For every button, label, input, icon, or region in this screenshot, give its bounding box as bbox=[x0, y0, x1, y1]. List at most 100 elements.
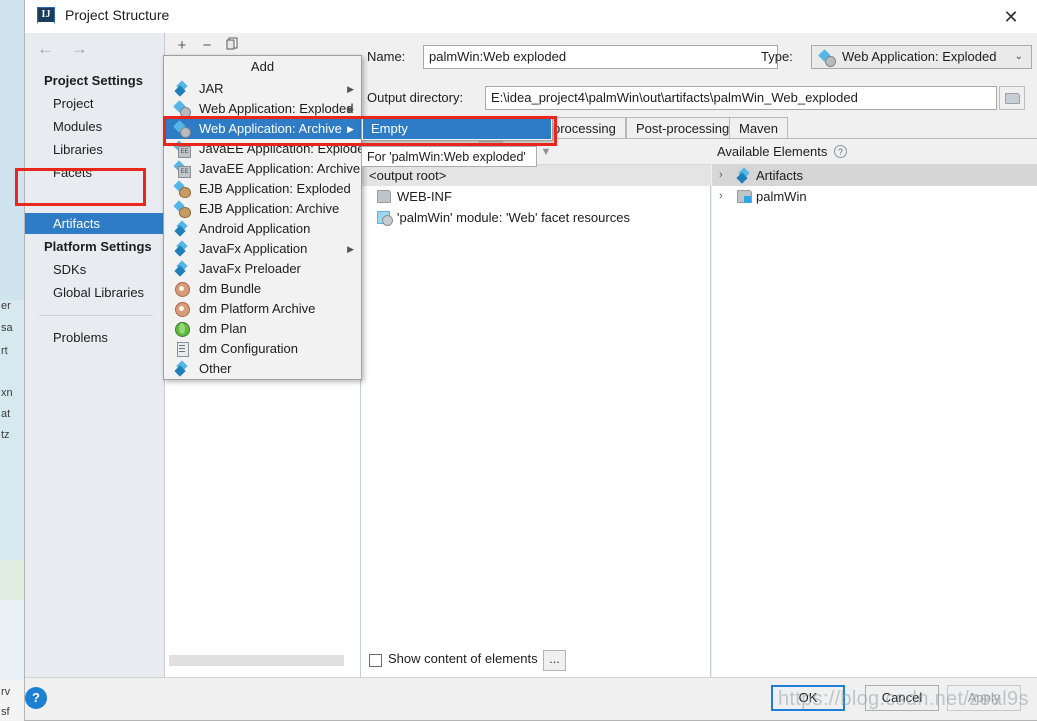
menu-item-web-application-exploded[interactable]: Web Application: Exploded ▶ bbox=[165, 99, 361, 119]
list-item[interactable]: › Artifacts bbox=[712, 165, 1037, 186]
tab-maven[interactable]: Maven bbox=[729, 117, 789, 139]
chevron-right-icon: ▶ bbox=[347, 124, 354, 134]
web-archive-submenu: Empty bbox=[361, 117, 553, 141]
folder-icon[interactable] bbox=[999, 86, 1025, 110]
background-app-strip: er sa rt xn at tz rv sf bbox=[0, 0, 24, 721]
background-text-fragment: sf bbox=[1, 706, 10, 718]
show-content-row: Show content of elements ... bbox=[361, 645, 1037, 678]
cancel-button[interactable]: Cancel bbox=[865, 685, 939, 711]
tree-node-label: WEB-INF bbox=[397, 189, 452, 204]
add-menu-title: Add bbox=[250, 59, 275, 74]
menu-item-dm-bundle[interactable]: dm Bundle bbox=[165, 279, 361, 299]
sidebar-group-platform-settings: Platform Settings bbox=[44, 239, 152, 254]
chevron-right-icon: ▶ bbox=[347, 244, 354, 254]
background-text-fragment: at bbox=[1, 408, 11, 420]
menu-item-javafx-application[interactable]: JavaFx Application ▶ bbox=[165, 239, 361, 259]
menu-item-other[interactable]: Other bbox=[165, 359, 361, 379]
forward-arrow-icon[interactable]: → bbox=[71, 39, 88, 58]
artifact-type-select[interactable]: Web Application: Exploded ⌄ bbox=[811, 45, 1032, 69]
move-down-button[interactable]: ▼ bbox=[537, 143, 555, 161]
add-artifact-menu: Add JAR ▶ Web Application: Exploded ▶ We… bbox=[163, 55, 372, 380]
artifact-name-input[interactable]: palmWin:Web exploded bbox=[423, 45, 778, 69]
menu-item-label: Web Application: Archive bbox=[199, 121, 342, 136]
menu-item-label: JavaEE Application: Archive bbox=[199, 161, 361, 176]
menu-item-label: JavaFx Preloader bbox=[199, 261, 301, 276]
menu-item-label: dm Plan bbox=[199, 321, 247, 336]
background-text-fragment: tz bbox=[1, 429, 10, 441]
chevron-right-icon[interactable]: › bbox=[719, 165, 723, 186]
dm-configuration-icon bbox=[175, 342, 189, 357]
show-content-label[interactable]: Show content of elements bbox=[388, 651, 538, 666]
tab-post-processing[interactable]: Post-processing bbox=[626, 117, 740, 139]
menu-item-ejb-application-archive[interactable]: EJB Application: Archive bbox=[165, 199, 361, 219]
artifacts-icon bbox=[737, 169, 751, 182]
menu-item-label: dm Configuration bbox=[199, 341, 298, 356]
sidebar-item-problems[interactable]: Problems bbox=[25, 327, 165, 348]
dm-plan-icon bbox=[175, 322, 190, 337]
menu-item-label: JavaFx Application bbox=[199, 241, 308, 256]
available-element-label: palmWin bbox=[756, 189, 807, 204]
ok-button[interactable]: OK bbox=[771, 685, 845, 711]
output-directory-input[interactable]: E:\idea_project4\palmWin\out\artifacts\p… bbox=[485, 86, 997, 110]
chevron-right-icon[interactable]: › bbox=[719, 186, 723, 207]
menu-item-javaee-application-exploded[interactable]: JavaEE Application: Exploded bbox=[165, 139, 372, 159]
javaee-icon bbox=[175, 142, 191, 158]
chevron-down-icon: ⌄ bbox=[1014, 51, 1023, 62]
menu-item-label: JAR bbox=[199, 81, 224, 96]
sidebar-divider bbox=[39, 315, 153, 316]
available-elements-title: Available Elements ? bbox=[712, 139, 1037, 165]
menu-item-jar[interactable]: JAR ▶ bbox=[165, 79, 361, 99]
javaee-icon bbox=[175, 162, 191, 178]
menu-item-dm-platform-archive[interactable]: dm Platform Archive bbox=[165, 299, 361, 319]
tab-pre-processing[interactable]: processing bbox=[543, 117, 626, 139]
folder-icon bbox=[377, 190, 391, 203]
menu-item-label: dm Platform Archive bbox=[199, 301, 316, 316]
artifacts-horizontal-scrollbar[interactable] bbox=[169, 655, 344, 666]
show-content-checkbox[interactable] bbox=[369, 654, 382, 667]
add-artifact-button[interactable]: + bbox=[173, 37, 191, 55]
tree-row-output-root[interactable]: <output root> bbox=[361, 165, 711, 186]
table-row[interactable]: WEB-INF bbox=[361, 186, 711, 207]
menu-item-javafx-preloader[interactable]: JavaFx Preloader bbox=[165, 259, 361, 279]
sidebar-item-facets[interactable]: Facets bbox=[25, 162, 165, 183]
background-text-fragment: xn bbox=[1, 387, 13, 399]
back-arrow-icon[interactable]: ← bbox=[37, 39, 54, 58]
dm-platform-archive-icon bbox=[175, 302, 190, 317]
menu-item-label: dm Bundle bbox=[199, 281, 262, 296]
sidebar-item-project[interactable]: Project bbox=[25, 93, 165, 114]
close-icon[interactable]: ✕ bbox=[990, 4, 1032, 30]
javafx-artifact-icon bbox=[175, 242, 189, 256]
table-row[interactable]: 'palmWin' module: 'Web' facet resources bbox=[361, 207, 711, 228]
sidebar-item-modules[interactable]: Modules bbox=[25, 116, 165, 137]
menu-item-javaee-application-archive[interactable]: JavaEE Application: Archive bbox=[165, 159, 361, 179]
ejb-icon bbox=[175, 202, 191, 218]
settings-sidebar: ← → Project Settings Project Modules Lib… bbox=[25, 33, 165, 678]
facet-resources-icon bbox=[377, 211, 393, 226]
list-item[interactable]: › palmWin bbox=[712, 186, 1037, 207]
help-icon[interactable]: ? bbox=[25, 687, 47, 709]
apply-button[interactable]: Apply bbox=[947, 685, 1021, 711]
menu-item-label: Web Application: Exploded bbox=[199, 101, 354, 116]
output-directory-label: Output directory: bbox=[367, 90, 464, 105]
copy-icon[interactable] bbox=[223, 37, 241, 55]
jar-artifact-icon bbox=[175, 82, 189, 96]
show-content-options-button[interactable]: ... bbox=[543, 650, 566, 671]
sidebar-item-artifacts[interactable]: Artifacts bbox=[25, 213, 165, 234]
available-elements-label: Available Elements bbox=[717, 144, 828, 159]
help-icon[interactable]: ? bbox=[834, 145, 847, 158]
available-element-label: Artifacts bbox=[756, 168, 803, 183]
dialog-titlebar: IJ Project Structure ✕ bbox=[25, 0, 1037, 33]
menu-item-dm-configuration[interactable]: dm Configuration bbox=[165, 339, 361, 359]
submenu-item-empty[interactable]: Empty bbox=[363, 119, 551, 139]
menu-item-android-application[interactable]: Android Application bbox=[165, 219, 361, 239]
sidebar-item-global-libraries[interactable]: Global Libraries bbox=[25, 282, 165, 303]
sidebar-item-sdks[interactable]: SDKs bbox=[25, 259, 165, 280]
remove-artifact-button[interactable]: − bbox=[198, 37, 216, 55]
sidebar-item-libraries[interactable]: Libraries bbox=[25, 139, 165, 160]
chevron-right-icon: ▶ bbox=[347, 84, 354, 94]
menu-item-web-application-archive[interactable]: Web Application: Archive ▶ bbox=[165, 119, 361, 139]
menu-item-dm-plan[interactable]: dm Plan bbox=[165, 319, 361, 339]
dialog-title: Project Structure bbox=[65, 7, 170, 23]
menu-item-ejb-application-exploded[interactable]: EJB Application: Exploded bbox=[165, 179, 361, 199]
menu-item-label: EJB Application: Exploded bbox=[199, 181, 351, 196]
